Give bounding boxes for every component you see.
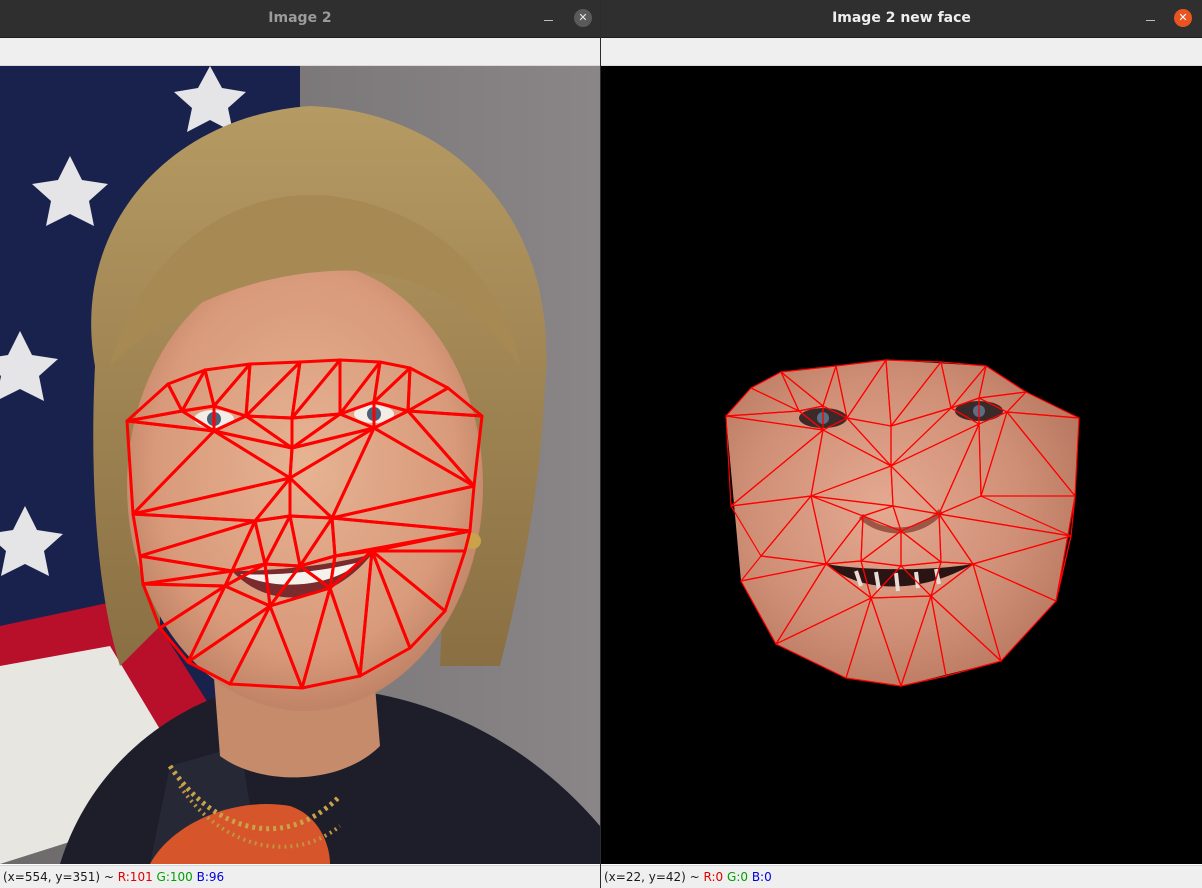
pixel-green-value: G:100 <box>156 870 193 884</box>
cursor-coords: (x=554, y=351) ~ <box>3 870 118 884</box>
minimize-icon[interactable] <box>539 9 559 29</box>
pixel-blue-value: B:0 <box>751 870 772 884</box>
image-canvas[interactable] <box>0 66 600 864</box>
pixel-blue-value: B:96 <box>196 870 225 884</box>
window-image-2[interactable]: Image 2 ✕ (x=554, y=351) ~ R:101 G:100 B… <box>0 0 600 888</box>
toolbar <box>601 38 1202 66</box>
portrait-image <box>0 66 600 864</box>
title-bar[interactable]: Image 2 new face ✕ <box>601 0 1202 38</box>
pixel-green-value: G:0 <box>727 870 748 884</box>
image-canvas[interactable] <box>601 66 1202 864</box>
close-icon[interactable]: ✕ <box>1174 9 1192 27</box>
pixel-red-value: R:0 <box>703 870 724 884</box>
warped-face-image <box>601 66 1202 864</box>
window-title: Image 2 new face <box>832 10 971 26</box>
title-bar[interactable]: Image 2 ✕ <box>0 0 600 38</box>
close-icon[interactable]: ✕ <box>574 9 592 27</box>
pixel-red-value: R:101 <box>117 870 153 884</box>
minimize-icon[interactable] <box>1141 9 1161 29</box>
status-bar: (x=22, y=42) ~ R:0 G:0 B:0 <box>601 865 1202 888</box>
window-image-2-new-face[interactable]: Image 2 new face ✕ (x=22, y=42) ~ R:0 G:… <box>601 0 1202 888</box>
status-bar: (x=554, y=351) ~ R:101 G:100 B:96 <box>0 865 600 888</box>
cursor-coords: (x=22, y=42) ~ <box>604 870 704 884</box>
window-title: Image 2 <box>268 10 332 26</box>
toolbar <box>0 38 600 66</box>
